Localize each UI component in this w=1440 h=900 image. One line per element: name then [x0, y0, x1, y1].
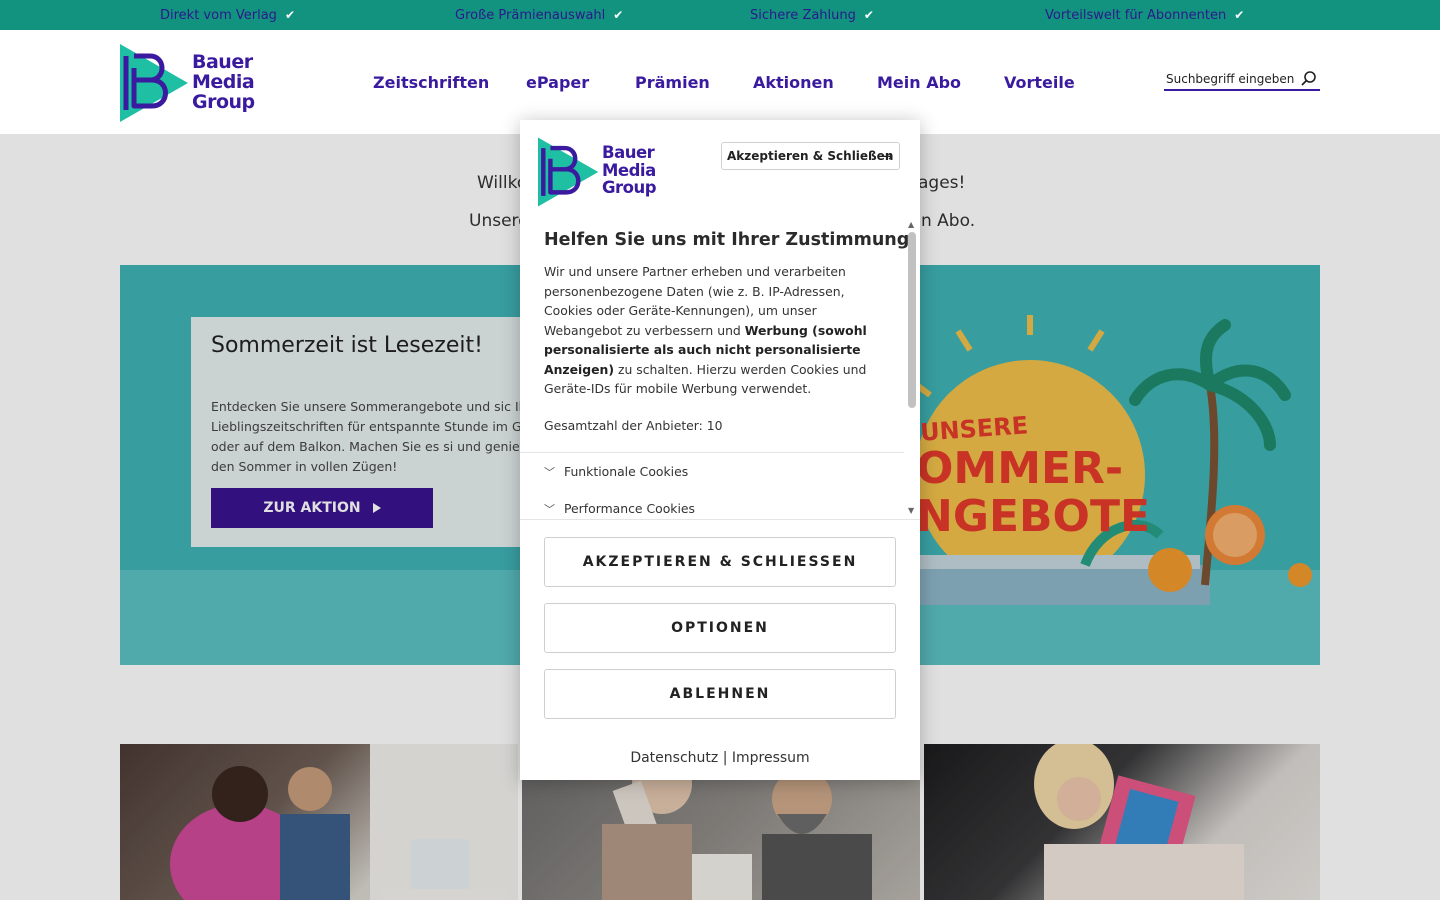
nav-praemien[interactable]: Prämien — [635, 73, 710, 92]
category-functional-cookies[interactable]: ﹀ Funktionale Cookies — [544, 464, 688, 480]
chevron-down-icon: ﹀ — [544, 466, 555, 479]
consent-footer-links: Datenschutz | Impressum — [520, 750, 920, 766]
nav-mein-abo[interactable]: Mein Abo — [877, 73, 961, 92]
search-field[interactable]: Suchbegriff eingeben — [1164, 68, 1320, 91]
usp-item: Vorteilswelt für Abonnenten ✔ — [1045, 0, 1244, 30]
privacy-link[interactable]: Datenschutz — [630, 750, 718, 766]
search-icon[interactable] — [1300, 70, 1318, 88]
site-header: Bauer Media Group Zeitschriften ePaper P… — [0, 30, 1440, 134]
usp-item: Sichere Zahlung ✔ — [750, 0, 874, 30]
consent-brand-logo: Bauer Media Group — [538, 136, 663, 208]
nav-aktionen[interactable]: Aktionen — [753, 73, 834, 92]
nav-vorteile[interactable]: Vorteile — [1004, 73, 1075, 92]
chevron-down-icon: ﹀ — [544, 503, 555, 516]
consent-brand-wordmark: Bauer Media Group — [602, 143, 657, 197]
scrollbar-up-arrow[interactable]: ▲ — [908, 220, 914, 229]
scrollbar-thumb[interactable] — [908, 232, 916, 408]
link-separator: | — [722, 750, 728, 766]
usp-label: Sichere Zahlung — [750, 8, 856, 23]
search-input[interactable]: Suchbegriff eingeben — [1166, 72, 1294, 86]
check-icon: ✔ — [284, 8, 295, 22]
imprint-link[interactable]: Impressum — [732, 750, 810, 766]
brand-logo-mark — [120, 44, 188, 122]
check-icon: ✔ — [863, 8, 874, 22]
usp-label: Direkt vom Verlag — [160, 8, 277, 23]
category-label: Funktionale Cookies — [564, 464, 689, 479]
usp-bar: Direkt vom Verlag ✔ Große Prämienauswahl ✔… — [0, 0, 1440, 30]
accept-close-top-button[interactable]: Akzeptieren & Schließen → — [721, 142, 900, 170]
usp-item: Große Prämienauswahl ✔ — [455, 0, 623, 30]
options-button[interactable]: OPTIONEN — [544, 603, 896, 653]
accept-and-close-button[interactable]: AKZEPTIEREN & SCHLIESSEN — [544, 537, 896, 587]
consent-scroll-area[interactable]: Helfen Sie uns mit Ihrer Zustimmung Wir … — [520, 220, 920, 520]
cookie-consent-dialog: Bauer Media Group Akzeptieren & Schließe… — [520, 120, 920, 780]
divider — [520, 452, 904, 453]
vendor-count: Gesamtzahl der Anbieter: 10 — [544, 418, 723, 433]
consent-body-text: Wir und unsere Partner erheben und verar… — [544, 264, 867, 396]
nav-epaper[interactable]: ePaper — [526, 73, 589, 92]
scrollbar-down-arrow[interactable]: ▼ — [908, 506, 914, 515]
arrow-right-icon: → — [880, 147, 893, 165]
consent-title: Helfen Sie uns mit Ihrer Zustimmung — [544, 230, 910, 250]
usp-label: Große Prämienauswahl — [455, 8, 606, 23]
category-label: Performance Cookies — [564, 501, 695, 516]
nav-zeitschriften[interactable]: Zeitschriften — [373, 73, 489, 92]
check-icon: ✔ — [1234, 8, 1245, 22]
reject-button[interactable]: ABLEHNEN — [544, 669, 896, 719]
usp-item: Direkt vom Verlag ✔ — [160, 0, 295, 30]
category-performance-cookies[interactable]: ﹀ Performance Cookies — [544, 501, 695, 517]
check-icon: ✔ — [613, 8, 624, 22]
brand-logo[interactable]: Bauer Media Group — [120, 44, 260, 122]
brand-logo-mark — [538, 137, 599, 207]
accept-close-top-label: Akzeptieren & Schließen — [727, 149, 894, 163]
brand-wordmark: Bauer Media Group — [192, 51, 255, 113]
usp-label: Vorteilswelt für Abonnenten — [1045, 8, 1227, 23]
